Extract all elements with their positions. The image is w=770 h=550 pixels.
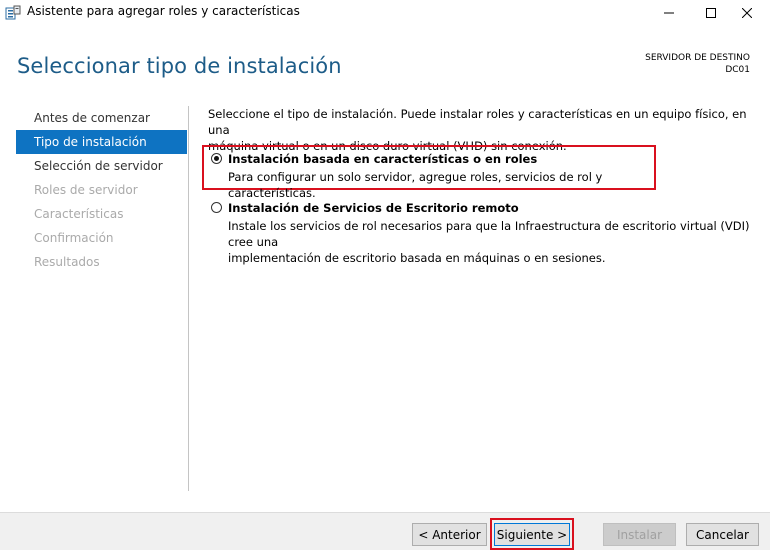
- maximize-icon: [706, 8, 716, 18]
- sidebar-item-roles-de-servidor: Roles de servidor: [34, 183, 138, 197]
- minimize-icon: [664, 12, 674, 14]
- role-based-title: Instalación basada en características o …: [228, 152, 538, 166]
- intro-line-1: Seleccione el tipo de instalación. Puede…: [208, 107, 747, 137]
- wizard-steps-sidebar: Antes de comenzar Tipo de instalación Se…: [16, 106, 187, 274]
- sidebar-item-resultados: Resultados: [34, 255, 100, 269]
- remote-desktop-radio[interactable]: [211, 202, 222, 213]
- sidebar-item-antes-de-comenzar[interactable]: Antes de comenzar: [16, 106, 187, 130]
- back-button[interactable]: < Anterior: [412, 523, 487, 546]
- remote-desktop-desc-line-1: Instale los servicios de rol necesarios …: [228, 219, 750, 249]
- role-based-desc-line-1: Para configurar un solo servidor, agregu…: [228, 170, 603, 200]
- close-button[interactable]: [724, 0, 770, 26]
- server-manager-icon: [5, 5, 21, 21]
- cancel-button[interactable]: Cancelar: [686, 523, 759, 546]
- sidebar-item-tipo-de-instalacion[interactable]: Tipo de instalación: [16, 130, 187, 154]
- destination-server-label: SERVIDOR DE DESTINO: [645, 53, 750, 63]
- close-icon: [742, 8, 752, 18]
- minimize-button[interactable]: [646, 0, 692, 26]
- window-title: Asistente para agregar roles y caracterí…: [27, 4, 300, 18]
- sidebar-item-seleccion-de-servidor[interactable]: Selección de servidor: [16, 154, 187, 178]
- remote-desktop-title: Instalación de Servicios de Escritorio r…: [228, 201, 519, 215]
- install-button: Instalar: [603, 523, 676, 546]
- role-based-radio[interactable]: [211, 153, 222, 164]
- remote-desktop-description: Instale los servicios de rol necesarios …: [228, 218, 758, 266]
- page-title: Seleccionar tipo de instalación: [17, 54, 342, 78]
- sidebar-divider: [188, 106, 189, 491]
- remote-desktop-desc-line-2: implementación de escritorio basada en m…: [228, 251, 606, 265]
- destination-server-name: DC01: [725, 65, 750, 75]
- sidebar-item-confirmacion: Confirmación: [34, 231, 114, 245]
- title-bar: Asistente para agregar roles y caracterí…: [0, 0, 770, 26]
- sidebar-item-caracteristicas: Características: [34, 207, 124, 221]
- role-based-description: Para configurar un solo servidor, agregu…: [228, 169, 668, 201]
- next-button[interactable]: Siguiente >: [494, 523, 570, 546]
